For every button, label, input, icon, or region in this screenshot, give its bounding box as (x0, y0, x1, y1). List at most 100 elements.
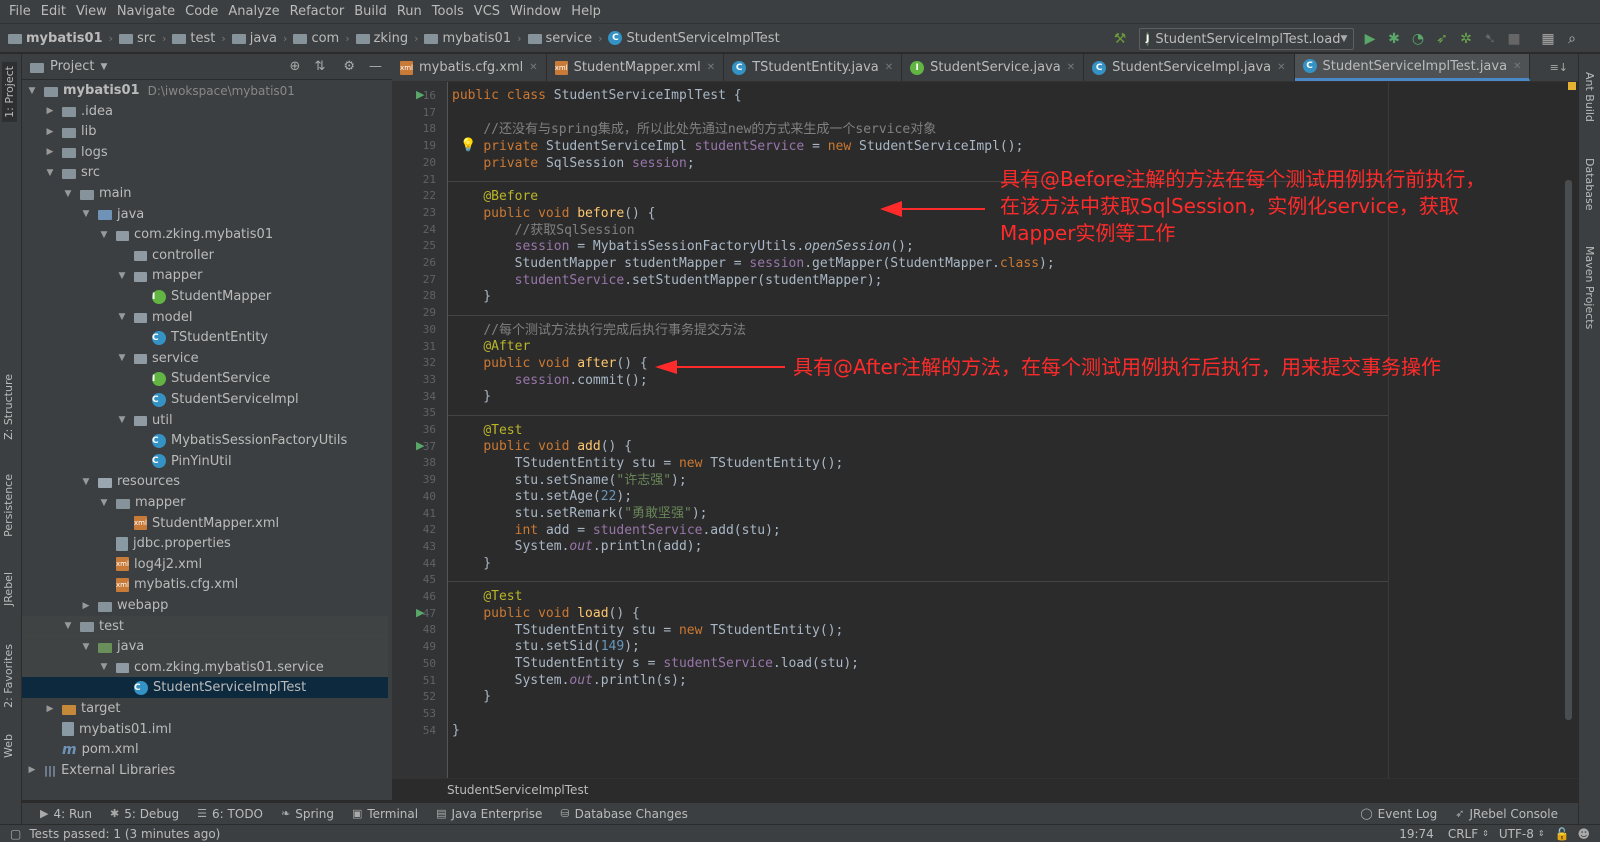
expand-arrow-icon[interactable]: ▼ (26, 86, 38, 96)
tool-tab-structure[interactable]: Z: Structure (2, 374, 15, 440)
tree-item[interactable]: I StudentService (22, 368, 392, 389)
tree-item[interactable]: I StudentMapper (22, 286, 392, 307)
debug-icon[interactable]: ✱ (1386, 31, 1402, 47)
expand-arrow-icon[interactable]: ▼ (98, 662, 110, 672)
warning-marker[interactable] (1568, 82, 1576, 90)
line-separator[interactable]: CRLF (1448, 827, 1478, 841)
tree-item[interactable]: ▶ target (22, 698, 392, 719)
tree-item[interactable]: ▼ service (22, 348, 392, 369)
tree-item[interactable]: xml mybatis.cfg.xml (22, 574, 392, 595)
menu-item-refactor[interactable]: Refactor (285, 0, 350, 24)
expand-arrow-icon[interactable]: ▼ (62, 621, 74, 631)
editor-tab[interactable]: xml mybatis.cfg.xml ✕ (392, 54, 547, 81)
editor-tab[interactable]: C StudentServiceImplTest.java ✕ (1294, 54, 1531, 81)
breadcrumb-item[interactable]: java (231, 31, 277, 46)
close-icon[interactable]: ✕ (1277, 62, 1285, 73)
expand-arrow-icon[interactable]: ▼ (116, 312, 128, 322)
menu-item-help[interactable]: Help (566, 0, 606, 24)
breadcrumb-item[interactable]: zking (355, 31, 408, 46)
status-layout-icon[interactable]: ▢ (10, 827, 21, 841)
editor-tab[interactable]: C TStudentEntity.java ✕ (724, 54, 903, 81)
expand-arrow-icon[interactable]: ▶ (80, 601, 92, 611)
tree-item[interactable]: ▼ java (22, 204, 392, 225)
close-icon[interactable]: ✕ (529, 62, 537, 73)
menu-item-tools[interactable]: Tools (427, 0, 469, 24)
run-gutter-icon[interactable]: ▶ (416, 88, 424, 101)
close-icon[interactable]: ✕ (1513, 61, 1521, 72)
tree-item[interactable]: C StudentServiceImplTest (22, 677, 392, 699)
expand-arrow-icon[interactable]: ▼ (80, 642, 92, 652)
breadcrumb-item[interactable]: test (172, 31, 215, 46)
tool-tab-jrebel[interactable]: JRebel (2, 572, 15, 606)
editor-breadcrumb[interactable]: StudentServiceImplTest (392, 778, 1578, 802)
tool-window-database-changes[interactable]: ⛁ Database Changes (560, 807, 688, 821)
tool-window-jrebel-console[interactable]: ➶ JRebel Console (1455, 807, 1558, 821)
breadcrumb-item[interactable]: com (293, 31, 339, 46)
menu-item-edit[interactable]: Edit (36, 0, 71, 24)
tree-item[interactable]: ▶ ||| External Libraries (22, 760, 392, 781)
tree-item[interactable]: ▶ webapp (22, 595, 392, 616)
jrebel-debug-icon[interactable]: ✲ (1458, 31, 1474, 47)
expand-arrow-icon[interactable]: ▶ (44, 704, 56, 714)
search-icon[interactable]: ⌕ (1564, 31, 1580, 47)
gear-icon[interactable]: ⚙ (343, 59, 355, 74)
tree-item[interactable]: ▶ .idea (22, 101, 392, 122)
close-icon[interactable]: ✕ (707, 62, 715, 73)
build-hammer-icon[interactable]: ⚒ (1112, 31, 1128, 47)
caret-position[interactable]: 19:74 (1399, 827, 1434, 841)
jrebel-run-icon[interactable]: ➶ (1434, 31, 1450, 47)
tree-item[interactable]: C StudentServiceImpl (22, 389, 392, 410)
tool-window-event-log[interactable]: ◯ Event Log (1360, 807, 1437, 821)
tree-item[interactable]: ▼ main (22, 183, 392, 204)
editor-tab[interactable]: xml StudentMapper.xml ✕ (547, 54, 725, 81)
coverage-icon[interactable]: ◔ (1410, 31, 1426, 47)
menu-item-navigate[interactable]: Navigate (112, 0, 180, 24)
tool-window-java-enterprise[interactable]: ▤ Java Enterprise (436, 807, 542, 821)
tool-tab-database[interactable]: Database (1583, 158, 1596, 211)
tree-item[interactable]: ▼ util (22, 410, 392, 431)
tree-item[interactable]: ▼ mapper (22, 492, 392, 513)
run-gutter-icon[interactable]: ▶ (416, 606, 424, 619)
expand-arrow-icon[interactable]: ▼ (116, 353, 128, 363)
breadcrumb-item[interactable]: src (119, 31, 156, 46)
project-structure-icon[interactable]: ▦ (1540, 31, 1556, 47)
tree-item[interactable]: jdbc.properties (22, 533, 392, 554)
expand-arrow-icon[interactable]: ▼ (80, 209, 92, 219)
editor-scrollbar[interactable] (1565, 180, 1572, 720)
expand-arrow-icon[interactable]: ▼ (116, 415, 128, 425)
lightbulb-icon[interactable]: 💡 (460, 138, 476, 153)
tool-window-terminal[interactable]: ▣ Terminal (352, 807, 418, 821)
menu-item-vcs[interactable]: VCS (469, 0, 505, 24)
expand-arrow-icon[interactable]: ▼ (116, 271, 128, 281)
expand-arrow-icon[interactable]: ▶ (44, 127, 56, 137)
stop-icon[interactable]: ■ (1506, 31, 1522, 47)
tree-item[interactable]: xml StudentMapper.xml (22, 513, 392, 534)
tree-item[interactable]: ▼ model (22, 307, 392, 328)
tool-tab-ant-build[interactable]: Ant Build (1583, 72, 1596, 122)
tool-tab-favorites[interactable]: 2: Favorites (2, 644, 15, 708)
tool-window-spring[interactable]: ❧ Spring (281, 807, 334, 821)
tree-item[interactable]: C PinYinUtil (22, 451, 392, 472)
expand-arrow-icon[interactable]: ▼ (98, 498, 110, 508)
menu-item-code[interactable]: Code (180, 0, 223, 24)
tree-item[interactable]: mybatis01.iml (22, 719, 392, 740)
expand-arrow-icon[interactable]: ▶ (44, 147, 56, 157)
hide-icon[interactable]: — (369, 59, 382, 74)
expand-arrow-icon[interactable]: ▶ (26, 765, 38, 775)
menu-item-run[interactable]: Run (392, 0, 427, 24)
run-icon[interactable]: ▶ (1362, 31, 1378, 47)
menu-item-file[interactable]: File (4, 0, 36, 24)
menu-item-window[interactable]: Window (505, 0, 566, 24)
lock-icon[interactable]: 🔓 (1555, 827, 1570, 841)
run-gutter-icon[interactable]: ▶ (416, 439, 424, 452)
close-icon[interactable]: ✕ (1067, 62, 1075, 73)
tree-item[interactable]: controller (22, 245, 392, 266)
tree-item[interactable]: ▶ lib (22, 121, 392, 142)
tool-tab-project[interactable]: 1: Project (2, 62, 17, 122)
tree-item[interactable]: ▼ mapper (22, 265, 392, 286)
breadcrumb-item[interactable]: C StudentServiceImplTest (608, 31, 780, 46)
expand-arrow-icon[interactable]: ▶ (44, 106, 56, 116)
tree-item[interactable]: xml log4j2.xml (22, 554, 392, 575)
tree-item[interactable]: m pom.xml (22, 739, 392, 760)
run-configuration-select[interactable]: J StudentServiceImplTest.load ▼ (1139, 28, 1354, 50)
